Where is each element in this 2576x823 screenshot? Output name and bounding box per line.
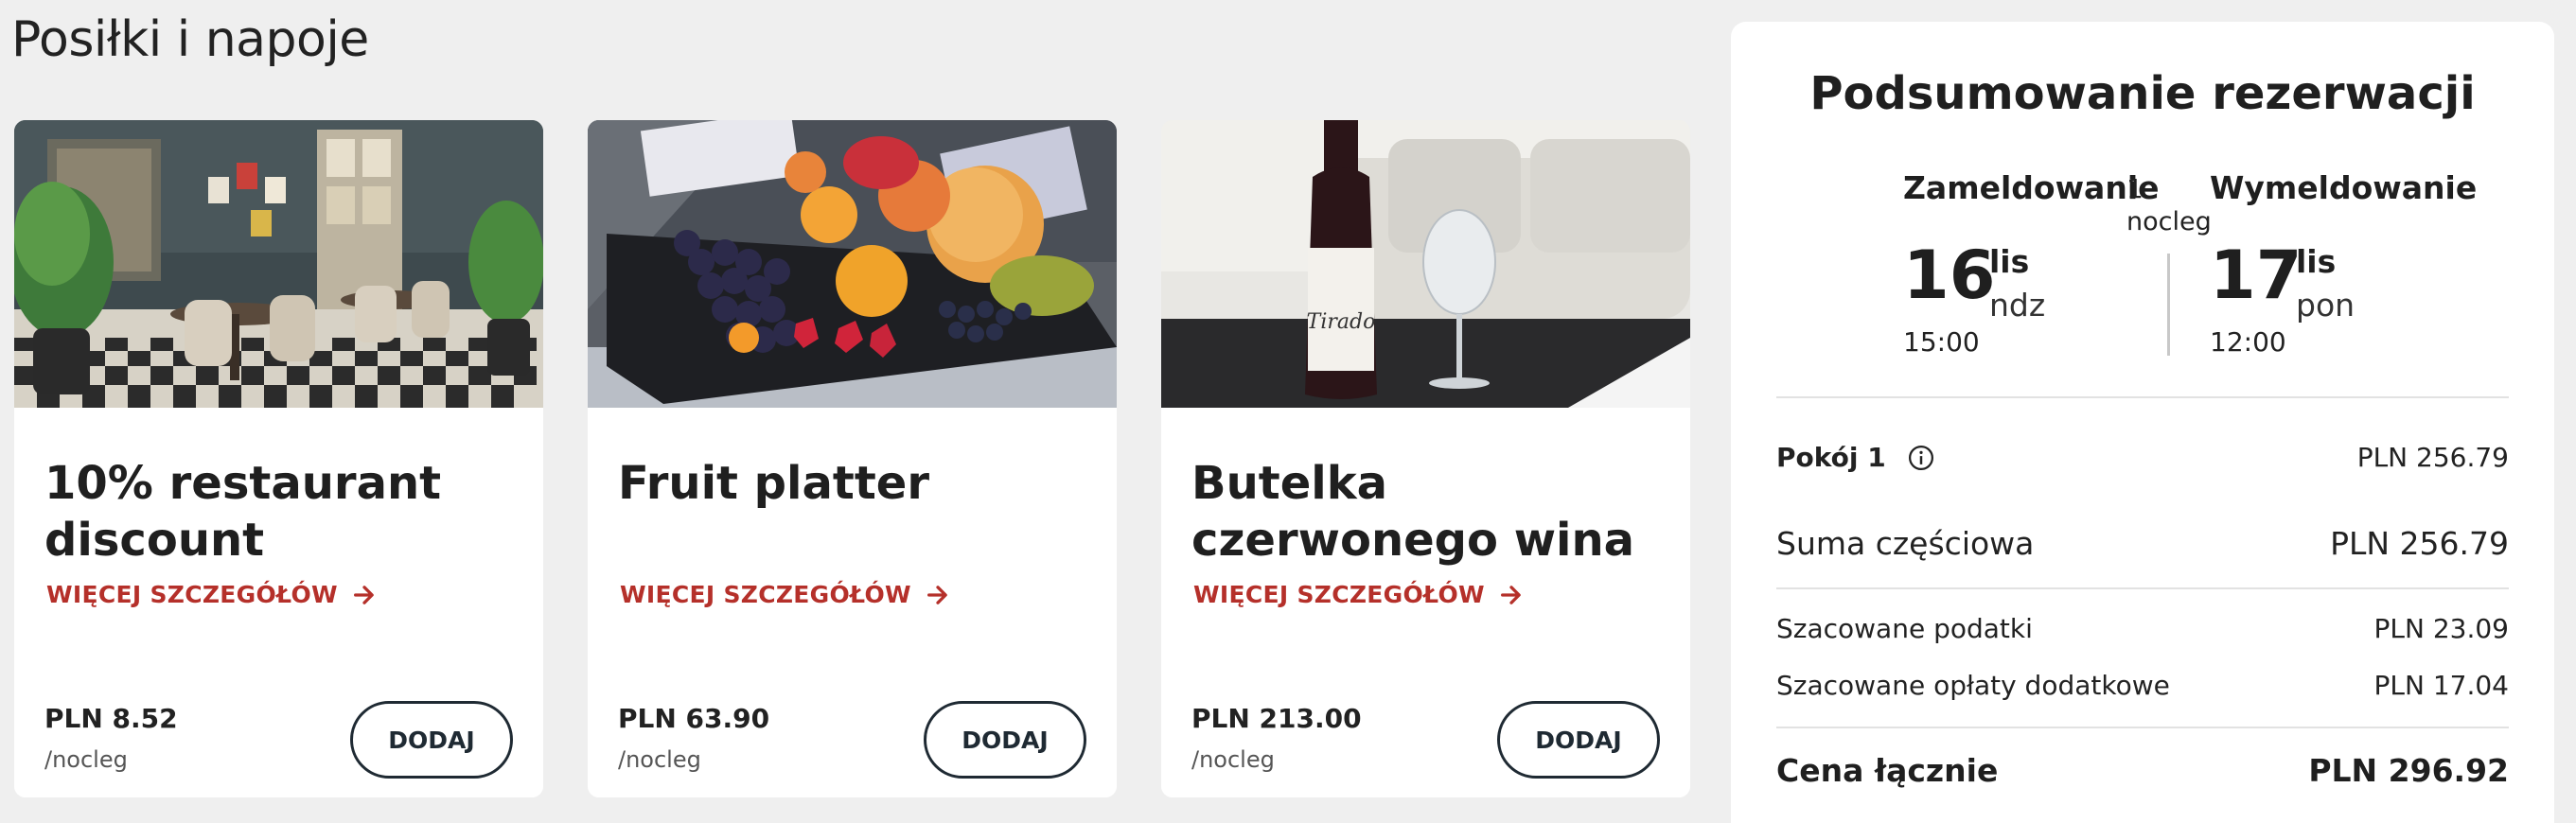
price: PLN 63.90 bbox=[618, 703, 770, 734]
room-row: Pokój 1 PLN 256.79 bbox=[1776, 442, 2509, 473]
price: PLN 213.00 bbox=[1191, 703, 1362, 734]
add-button[interactable]: DODAJ bbox=[1497, 701, 1660, 779]
more-details-label: WIĘCEJ SZCZEGÓŁÓW bbox=[1193, 581, 1485, 608]
more-details-link[interactable]: WIĘCEJ SZCZEGÓŁÓW bbox=[620, 581, 951, 608]
price-unit: /nocleg bbox=[618, 746, 701, 773]
fruit-platter-image bbox=[588, 120, 1117, 408]
booking-summary-panel: Podsumowanie rezerwacji Zameldowanie 1 n… bbox=[1731, 22, 2554, 823]
checkin-day: 16 bbox=[1903, 236, 1996, 314]
more-details-link[interactable]: WIĘCEJ SZCZEGÓŁÓW bbox=[46, 581, 378, 608]
checkout-weekday: pon bbox=[2296, 287, 2355, 324]
info-icon[interactable] bbox=[1907, 444, 1935, 472]
fees-row: Szacowane opłaty dodatkowe PLN 17.04 bbox=[1776, 670, 2509, 701]
subtotal-row: Suma częściowa PLN 256.79 bbox=[1776, 525, 2509, 562]
card-footer: PLN 8.52 /nocleg DODAJ bbox=[14, 682, 543, 797]
arrow-right-icon bbox=[1500, 585, 1521, 604]
checkin-weekday: ndz bbox=[1989, 287, 2046, 324]
date-divider bbox=[2167, 254, 2170, 356]
price-unit: /nocleg bbox=[44, 746, 128, 773]
room-price: PLN 256.79 bbox=[2356, 442, 2509, 473]
fees-label: Szacowane opłaty dodatkowe bbox=[1776, 670, 2170, 701]
checkin-month: lis bbox=[1989, 243, 2030, 280]
checkout-day: 17 bbox=[2210, 236, 2303, 314]
taxes-row: Szacowane podatki PLN 23.09 bbox=[1776, 613, 2509, 644]
checkout-month: lis bbox=[2296, 243, 2337, 280]
taxes-label: Szacowane podatki bbox=[1776, 613, 2033, 644]
checkout-time: 12:00 bbox=[2210, 326, 2286, 358]
total-label: Cena łącznie bbox=[1776, 752, 1999, 789]
more-details-label: WIĘCEJ SZCZEGÓŁÓW bbox=[46, 581, 338, 608]
subtotal-value: PLN 256.79 bbox=[2330, 525, 2509, 562]
more-details-link[interactable]: WIĘCEJ SZCZEGÓŁÓW bbox=[1193, 581, 1525, 608]
subtotal-label: Suma częściowa bbox=[1776, 525, 2035, 562]
room-label: Pokój 1 bbox=[1776, 442, 1886, 473]
checkout-label: Wymeldowanie bbox=[2210, 169, 2478, 206]
room-label-group: Pokój 1 bbox=[1776, 442, 1935, 473]
section-title: Posiłki i napoje bbox=[11, 11, 369, 68]
price: PLN 8.52 bbox=[44, 703, 178, 734]
arrow-right-icon bbox=[353, 585, 374, 604]
nights-label: nocleg bbox=[2126, 207, 2212, 236]
arrow-right-icon bbox=[926, 585, 947, 604]
fees-value: PLN 17.04 bbox=[2373, 670, 2510, 701]
summary-title: Podsumowanie rezerwacji bbox=[1809, 67, 2476, 120]
card-footer: PLN 213.00 /nocleg DODAJ bbox=[1161, 682, 1690, 797]
divider bbox=[1776, 396, 2509, 398]
wine-bottle-image: Tirado bbox=[1161, 120, 1690, 408]
more-details-label: WIĘCEJ SZCZEGÓŁÓW bbox=[620, 581, 911, 608]
checkin-time: 15:00 bbox=[1903, 326, 1980, 358]
total-value: PLN 296.92 bbox=[2308, 752, 2509, 789]
divider bbox=[1776, 727, 2509, 728]
card-title: Butelka czerwonego wina bbox=[1191, 457, 1635, 567]
card-title: 10% restaurant discount bbox=[44, 457, 442, 567]
taxes-value: PLN 23.09 bbox=[2373, 613, 2510, 644]
total-row: Cena łącznie PLN 296.92 bbox=[1776, 752, 2509, 789]
checkin-label: Zameldowanie bbox=[1903, 169, 2160, 206]
add-button[interactable]: DODAJ bbox=[924, 701, 1086, 779]
price-unit: /nocleg bbox=[1191, 746, 1275, 773]
card-footer: PLN 63.90 /nocleg DODAJ bbox=[588, 682, 1117, 797]
card-title: Fruit platter bbox=[618, 457, 929, 510]
nights-count: 1 bbox=[2126, 173, 2144, 204]
add-button[interactable]: DODAJ bbox=[350, 701, 513, 779]
restaurant-image bbox=[14, 120, 543, 408]
divider bbox=[1776, 587, 2509, 589]
bottle-label: Tirado bbox=[1307, 310, 1376, 334]
